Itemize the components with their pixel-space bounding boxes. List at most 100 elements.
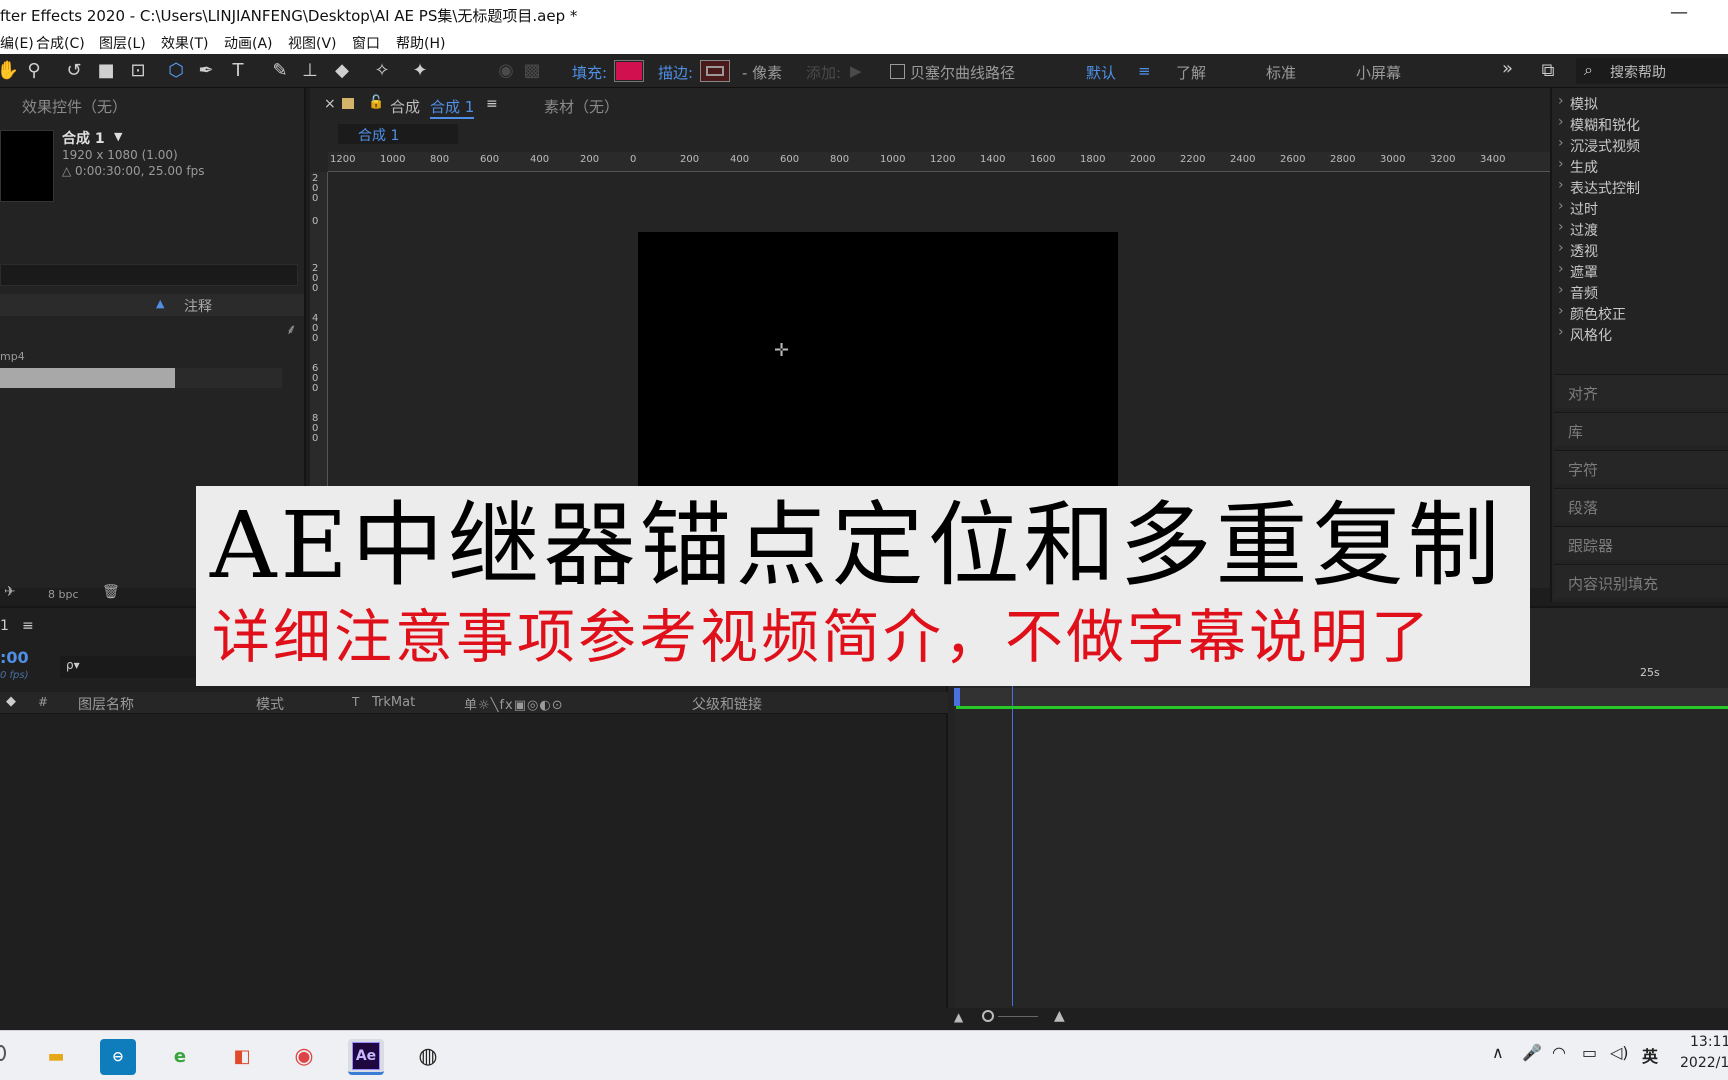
panel-character[interactable]: 字符 xyxy=(1554,450,1728,484)
effect-category[interactable]: 风格化 xyxy=(1558,324,1612,345)
fill-label[interactable]: 填充: xyxy=(572,62,607,83)
menu-edit[interactable]: 编(E) xyxy=(0,33,34,53)
show-hidden-icons-icon[interactable]: ∧ xyxy=(1492,1043,1504,1062)
effect-category[interactable]: 过渡 xyxy=(1558,219,1598,240)
lock-icon[interactable]: 🔓 xyxy=(368,95,384,110)
eraser-tool-icon[interactable]: ◆ xyxy=(330,59,354,83)
microphone-icon[interactable]: 🎤 xyxy=(1522,1043,1542,1062)
clock-date[interactable]: 2022/1 xyxy=(1680,1055,1728,1071)
panel-content-aware-fill[interactable]: 内容识别填充 xyxy=(1554,564,1728,598)
panel-library[interactable]: 库 xyxy=(1554,412,1728,446)
menu-help[interactable]: 帮助(H) xyxy=(396,33,445,53)
menu-animation[interactable]: 动画(A) xyxy=(224,33,273,53)
pan-behind-tool-icon[interactable]: ⊡ xyxy=(126,59,150,83)
zoom-slider-track[interactable] xyxy=(998,1016,1038,1017)
mask-mode-icon[interactable]: ◉ xyxy=(494,59,518,83)
project-search-input[interactable] xyxy=(0,264,298,286)
volume-icon[interactable]: ◁) xyxy=(1610,1043,1629,1062)
brush-tool-icon[interactable]: ✎ xyxy=(268,59,292,83)
stroke-width-unit[interactable]: - 像素 xyxy=(742,62,782,83)
layer-name-column[interactable]: 图层名称 xyxy=(78,694,134,714)
help-search-box[interactable]: ⌕ 搜索帮助 xyxy=(1576,58,1728,84)
wifi-icon[interactable]: ◠ xyxy=(1552,1043,1566,1062)
ime-indicator[interactable]: 英 xyxy=(1642,1043,1658,1067)
timecode[interactable]: :00 xyxy=(0,648,29,667)
search-circle-icon[interactable] xyxy=(0,1045,6,1061)
camera-tool-icon[interactable]: ■ xyxy=(94,59,118,83)
stroke-label[interactable]: 描边: xyxy=(658,62,693,83)
workspace-default[interactable]: 默认 xyxy=(1086,62,1116,83)
effect-category[interactable]: 过时 xyxy=(1558,198,1598,219)
layer-search-input[interactable]: ρ▾ xyxy=(60,656,198,678)
stroke-color-swatch[interactable] xyxy=(700,60,730,82)
effect-category[interactable]: 沉浸式视频 xyxy=(1558,135,1640,156)
hand-tool-icon[interactable]: ✋ xyxy=(0,59,20,83)
clone-stamp-tool-icon[interactable]: ⊥ xyxy=(298,59,322,83)
timeline-tab[interactable]: 1 xyxy=(0,618,9,634)
sort-up-icon[interactable]: ▲ xyxy=(156,297,164,310)
chrome-icon[interactable]: ◉ xyxy=(286,1039,322,1075)
file-explorer-icon[interactable]: ▬ xyxy=(38,1039,74,1075)
menu-composition[interactable]: 合成(C) xyxy=(36,33,85,53)
zoom-out-icon[interactable]: ▲ xyxy=(954,1010,963,1024)
tab-menu-icon[interactable]: ≡ xyxy=(486,96,498,112)
menu-effect[interactable]: 效果(T) xyxy=(161,33,208,53)
effect-category[interactable]: 模拟 xyxy=(1558,93,1598,114)
effect-category[interactable]: 遮罩 xyxy=(1558,261,1598,282)
trash-icon[interactable]: 🗑 xyxy=(102,584,120,600)
interpret-footage-icon[interactable]: ✈ xyxy=(4,584,16,600)
panel-tracker[interactable]: 跟踪器 xyxy=(1554,526,1728,560)
tab-composition[interactable]: 合成 1 xyxy=(430,96,475,119)
comp-name[interactable]: 合成 1 xyxy=(62,128,105,148)
effect-category[interactable]: 颜色校正 xyxy=(1558,303,1626,324)
after-effects-taskbar-button[interactable]: Ae xyxy=(348,1039,384,1075)
effect-category[interactable]: 透视 xyxy=(1558,240,1598,261)
label-tag-icon[interactable]: ◆ xyxy=(6,694,16,709)
work-area-start-handle[interactable] xyxy=(954,688,960,706)
type-tool-icon[interactable]: T xyxy=(226,59,250,83)
pen-tool-icon[interactable]: ✒ xyxy=(194,59,218,83)
effect-category[interactable]: 模糊和锐化 xyxy=(1558,114,1640,135)
work-area-bar[interactable] xyxy=(956,706,1728,709)
project-file-item[interactable]: mp4 xyxy=(0,350,25,363)
minimize-button[interactable]: — xyxy=(1670,2,1688,23)
rotate-tool-icon[interactable]: ↺ xyxy=(62,59,86,83)
workspace-standard[interactable]: 标准 xyxy=(1266,62,1296,83)
tab-close-icon[interactable]: × xyxy=(324,96,336,112)
flowchart-icon[interactable]: ⸙ xyxy=(286,320,297,339)
add-arrow-icon[interactable]: ▶ xyxy=(850,62,862,80)
zoom-slider-handle[interactable] xyxy=(982,1010,994,1022)
bezier-checkbox[interactable] xyxy=(890,64,905,79)
playhead[interactable] xyxy=(1012,686,1013,1006)
sync-settings-icon[interactable]: ⧉ xyxy=(1536,59,1560,83)
battery-icon[interactable]: ▭ xyxy=(1582,1043,1597,1062)
anchor-point-icon[interactable]: ✛ xyxy=(774,340,789,361)
comments-column[interactable]: 注释 xyxy=(184,296,212,316)
effect-category[interactable]: 表达式控制 xyxy=(1558,177,1640,198)
bpc-label[interactable]: 8 bpc xyxy=(48,588,79,601)
menu-window[interactable]: 窗口 xyxy=(352,33,380,53)
puppet-pin-tool-icon[interactable]: ✦ xyxy=(408,59,432,83)
menu-layer[interactable]: 图层(L) xyxy=(99,33,146,53)
obs-icon[interactable]: ◍ xyxy=(410,1039,446,1075)
comp-subtab[interactable]: 合成 1 xyxy=(338,124,458,144)
browser-e-icon[interactable]: e xyxy=(162,1039,198,1075)
menu-view[interactable]: 视图(V) xyxy=(288,33,337,53)
office-icon[interactable]: ◧ xyxy=(224,1039,260,1075)
shape-tool-icon[interactable]: ⬡ xyxy=(164,59,188,83)
workspace-learn[interactable]: 了解 xyxy=(1176,62,1206,83)
zoom-in-icon[interactable]: ▲ xyxy=(1054,1008,1065,1024)
mask-mode-2-icon[interactable]: ▩ xyxy=(520,59,544,83)
time-ruler[interactable] xyxy=(954,688,1728,706)
comp-dropdown-icon[interactable]: ▼ xyxy=(114,130,122,143)
panel-align[interactable]: 对齐 xyxy=(1554,374,1728,408)
clock-time[interactable]: 13:11 xyxy=(1690,1034,1728,1050)
roto-brush-tool-icon[interactable]: ✧ xyxy=(370,59,394,83)
workspace-small-screen[interactable]: 小屏幕 xyxy=(1356,62,1401,83)
panel-paragraph[interactable]: 段落 xyxy=(1554,488,1728,522)
remote-desktop-icon[interactable]: ⊖ xyxy=(100,1039,136,1075)
effect-category[interactable]: 音频 xyxy=(1558,282,1598,303)
zoom-tool-icon[interactable]: ⚲ xyxy=(22,59,46,83)
fill-color-swatch[interactable] xyxy=(614,60,644,82)
tab-footage[interactable]: 素材（无） xyxy=(544,96,619,117)
